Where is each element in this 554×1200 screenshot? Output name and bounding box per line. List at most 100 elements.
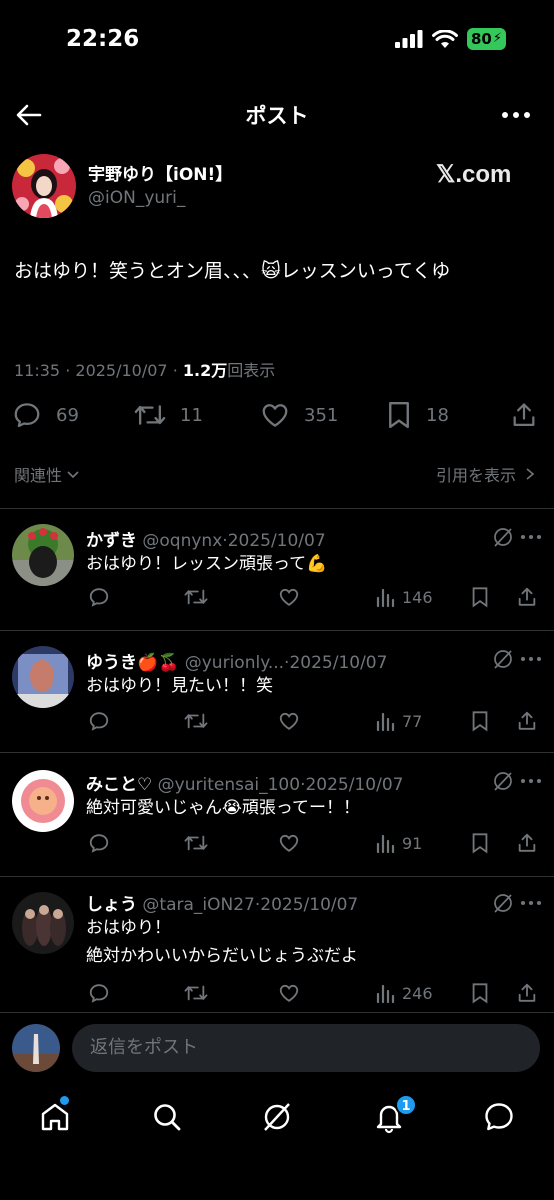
status-time: 22:26 xyxy=(66,26,140,52)
author-name[interactable]: 宇野ゆり【iON!】 xyxy=(88,160,232,185)
repost-icon xyxy=(184,713,208,729)
more-options-icon[interactable] xyxy=(500,100,532,130)
views-button[interactable]: 146 xyxy=(374,586,433,608)
reply-icon xyxy=(89,984,109,1003)
reply-button[interactable]: 69 xyxy=(12,400,79,430)
reply-more-icon[interactable] xyxy=(520,648,542,670)
like-button[interactable] xyxy=(278,982,300,1004)
share-button[interactable] xyxy=(516,710,538,732)
reply-avatar[interactable] xyxy=(12,524,74,586)
reply-author-handle[interactable]: @yurionly... xyxy=(185,653,284,673)
repost-button[interactable] xyxy=(184,586,208,608)
heart-icon xyxy=(279,588,299,606)
reply-author-name[interactable]: ゆうき🍎🍒 xyxy=(86,653,179,673)
repost-count: 11 xyxy=(180,404,203,426)
reply-input[interactable]: 返信をポスト xyxy=(72,1024,540,1072)
reply-actions: 91 xyxy=(86,832,546,858)
like-button[interactable]: 351 xyxy=(260,400,338,430)
cellular-signal-icon xyxy=(394,30,423,48)
reply-avatar[interactable] xyxy=(12,646,74,708)
reply-text: 絶対可愛いじゃん😭頑張ってー！！ xyxy=(86,798,361,818)
reply-button[interactable] xyxy=(88,832,110,854)
relevance-label: 関連性 xyxy=(14,466,63,485)
status-icons: 80 ⚡ xyxy=(394,28,506,50)
reply-date: 2025/10/07 xyxy=(227,531,326,551)
share-button[interactable] xyxy=(516,832,538,854)
reply-header: しょう @tara_iON27·2025/10/07 xyxy=(86,890,358,915)
views-label: 回表示 xyxy=(227,361,276,380)
share-icon xyxy=(513,403,535,427)
heart-icon xyxy=(279,712,299,730)
like-button[interactable] xyxy=(278,586,300,608)
grok-icon[interactable] xyxy=(492,526,514,548)
repost-icon xyxy=(184,589,208,605)
reply-more-icon[interactable] xyxy=(520,770,542,792)
reply-author-handle[interactable]: @yuritensai_100 xyxy=(158,775,300,795)
repost-button[interactable]: 11 xyxy=(134,400,203,430)
bookmark-button[interactable] xyxy=(470,586,490,608)
charging-bolt-icon: ⚡ xyxy=(492,31,502,46)
grok-icon[interactable] xyxy=(260,1100,294,1134)
bookmark-button[interactable]: 18 xyxy=(386,400,449,430)
reply-author-name[interactable]: かずき xyxy=(86,531,137,551)
repost-button[interactable] xyxy=(184,982,208,1004)
bookmark-button[interactable] xyxy=(470,710,490,732)
reply-text: おはゆり！レッスン頑張って💪 xyxy=(86,554,328,574)
reply-author-handle[interactable]: @oqnynx xyxy=(142,531,222,551)
reply-more-icon[interactable] xyxy=(520,526,542,548)
views-button[interactable]: 246 xyxy=(374,982,433,1004)
post-meta: 11:35 · 2025/10/07 · 1.2万回表示 xyxy=(14,357,275,381)
chevron-right-icon xyxy=(526,468,535,480)
status-bar: 22:26 80 ⚡ xyxy=(0,0,554,84)
reply-item[interactable]: しょう @tara_iON27·2025/10/07 おはゆり！ 絶対かわいいか… xyxy=(0,876,554,1012)
reply-button[interactable] xyxy=(88,710,110,732)
reply-item[interactable]: ゆうき🍎🍒 @yurionly...·2025/10/07 おはゆり！見たい！！… xyxy=(0,630,554,752)
repost-button[interactable] xyxy=(184,832,208,854)
repost-button[interactable] xyxy=(184,710,208,732)
my-avatar[interactable] xyxy=(12,1024,60,1072)
author-handle[interactable]: @iON_yuri_ xyxy=(88,188,185,208)
like-button[interactable] xyxy=(278,710,300,732)
reply-item[interactable]: かずき @oqnynx·2025/10/07 おはゆり！レッスン頑張って💪 14… xyxy=(0,508,554,630)
views-button[interactable]: 77 xyxy=(374,710,422,732)
search-icon[interactable] xyxy=(150,1100,184,1134)
share-button[interactable] xyxy=(516,586,538,608)
share-icon xyxy=(518,833,536,852)
share-button[interactable] xyxy=(516,982,538,1004)
author-avatar[interactable] xyxy=(12,154,76,218)
bookmark-button[interactable] xyxy=(470,832,490,854)
share-icon xyxy=(518,711,536,730)
divider xyxy=(0,1012,554,1013)
views-chart-icon xyxy=(376,588,395,608)
reply-actions: 246 xyxy=(86,982,546,1008)
relevance-sort-dropdown[interactable]: 関連性 xyxy=(14,462,80,486)
bottom-tab-bar xyxy=(0,1094,554,1142)
reply-button[interactable] xyxy=(88,586,110,608)
reply-item[interactable]: みこと♡ @yuritensai_100·2025/10/07 絶対可愛いじゃん… xyxy=(0,752,554,876)
reply-author-handle[interactable]: @tara_iON27 xyxy=(142,895,254,915)
bookmark-icon xyxy=(472,587,488,608)
reply-author-name[interactable]: みこと♡ xyxy=(86,775,152,795)
bookmark-button[interactable] xyxy=(470,982,490,1004)
bookmark-icon xyxy=(389,401,409,429)
grok-icon[interactable] xyxy=(492,770,514,792)
reply-header: ゆうき🍎🍒 @yurionly...·2025/10/07 xyxy=(86,648,387,673)
reply-more-icon[interactable] xyxy=(520,892,542,914)
views-button[interactable]: 91 xyxy=(374,832,422,854)
share-button[interactable] xyxy=(510,400,538,430)
grok-icon[interactable] xyxy=(492,648,514,670)
heart-icon xyxy=(279,984,299,1002)
like-button[interactable] xyxy=(278,832,300,854)
grok-icon[interactable] xyxy=(492,892,514,914)
reply-icon xyxy=(89,712,109,731)
reply-author-name[interactable]: しょう xyxy=(86,895,137,915)
reply-count: 69 xyxy=(56,404,79,426)
reply-button[interactable] xyxy=(88,982,110,1004)
home-icon[interactable] xyxy=(38,1100,72,1134)
messages-icon[interactable] xyxy=(482,1100,516,1134)
reply-avatar[interactable] xyxy=(12,892,74,954)
reply-actions: 77 xyxy=(86,710,546,736)
reply-view-count: 146 xyxy=(402,587,433,607)
reply-avatar[interactable] xyxy=(12,770,74,832)
view-quotes-link[interactable]: 引用を表示 xyxy=(436,462,536,486)
